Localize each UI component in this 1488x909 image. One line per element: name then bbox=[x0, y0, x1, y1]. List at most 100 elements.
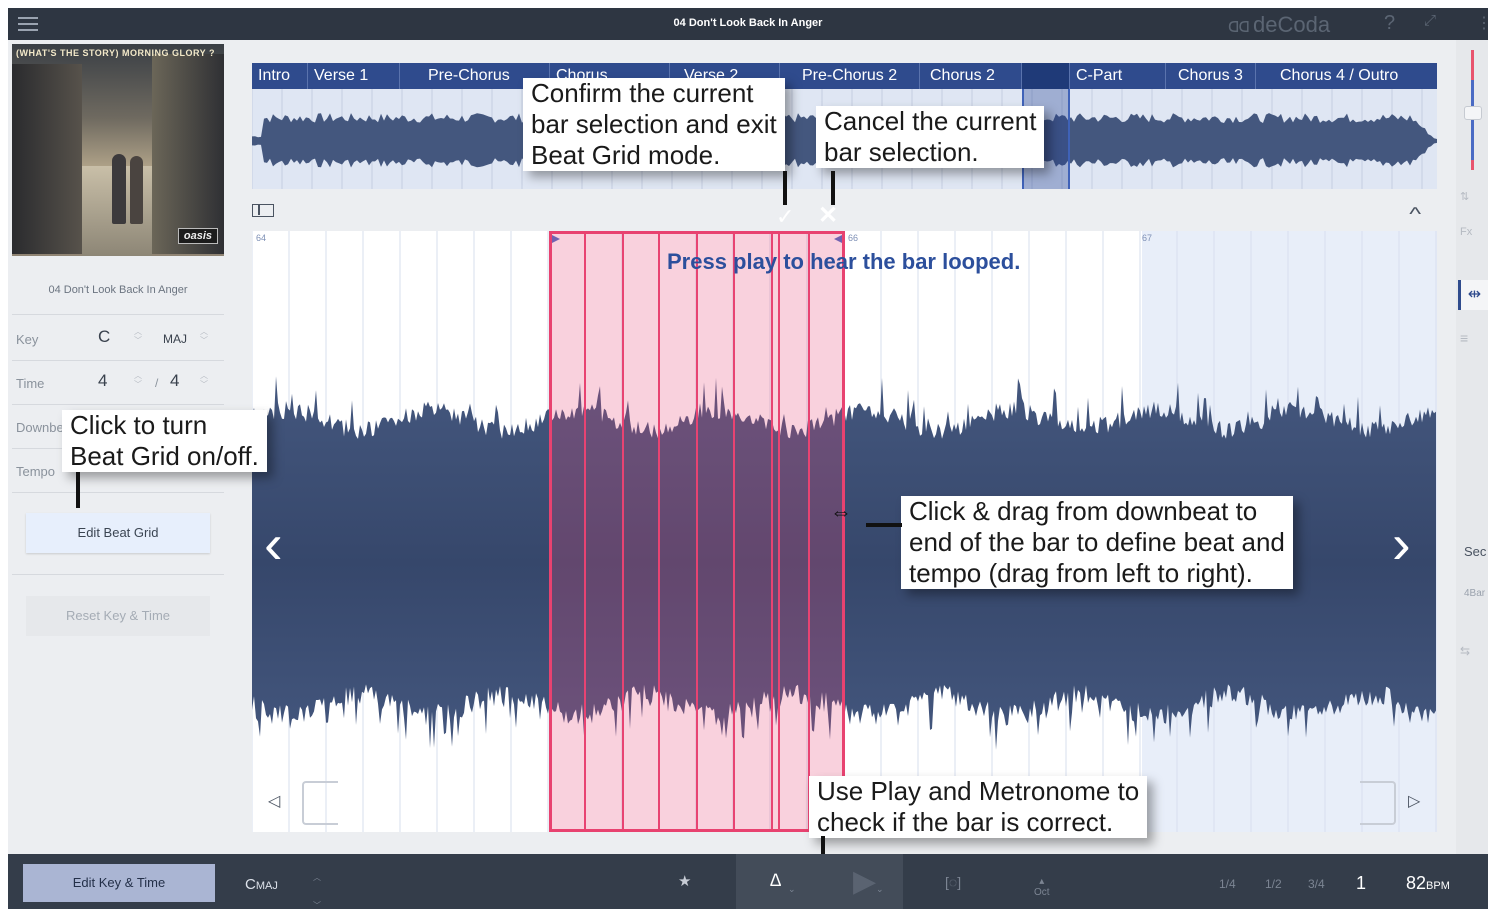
person-figure bbox=[130, 156, 143, 224]
current-key-mode: MAJ bbox=[255, 880, 278, 892]
callout-line: Beat Grid on/off. bbox=[70, 441, 259, 471]
section-label: Sec bbox=[1464, 544, 1487, 559]
volume-knob[interactable] bbox=[1464, 106, 1482, 120]
time-numerator-stepper[interactable]: ︿ ﹀ bbox=[134, 371, 142, 389]
more-options-icon[interactable]: ⋮ bbox=[1476, 13, 1488, 33]
fullscreen-icon[interactable]: ⤢ bbox=[1424, 12, 1436, 29]
list-view-icon[interactable]: ≡ bbox=[1460, 330, 1468, 346]
help-icon[interactable]: ? bbox=[1384, 12, 1395, 35]
callout-leader bbox=[76, 472, 80, 508]
right-panel: ⇅ Fx ⇹ ≡ Sec 4Bar ⇆ bbox=[1456, 40, 1488, 854]
key-note-value[interactable]: C bbox=[98, 327, 110, 347]
divider bbox=[12, 574, 224, 575]
confirm-checkmark-icon[interactable]: ✓ bbox=[776, 204, 794, 230]
section-current[interactable] bbox=[1022, 63, 1070, 89]
key-transpose-stepper[interactable]: ︿ ﹀ bbox=[313, 864, 321, 909]
volume-level bbox=[1471, 80, 1474, 160]
transport-center bbox=[736, 854, 903, 909]
section-chorus-2[interactable]: Chorus 2 bbox=[920, 63, 1022, 89]
scroll-left-icon[interactable]: ◁ bbox=[268, 791, 280, 811]
time-separator: / bbox=[155, 376, 159, 390]
play-icon[interactable]: ▶ bbox=[853, 864, 876, 899]
time-denominator-stepper[interactable]: ︿ ﹀ bbox=[200, 371, 208, 389]
section-verse-1[interactable]: Verse 1 bbox=[308, 63, 400, 89]
callout-line: end of the bar to define beat and bbox=[909, 527, 1285, 557]
speed-quarter[interactable]: 1/4 bbox=[1219, 877, 1236, 891]
divider bbox=[12, 404, 224, 405]
cancel-x-icon[interactable]: ✕ bbox=[818, 201, 838, 230]
section-bar: Intro Verse 1 Pre-Chorus Chorus Verse 2 … bbox=[252, 63, 1437, 89]
bar-number: 64 bbox=[256, 233, 267, 243]
time-numerator[interactable]: 4 bbox=[98, 371, 107, 391]
callout-cancel: Cancel the current bar selection. bbox=[816, 106, 1045, 168]
section-chorus-4-outro[interactable]: Chorus 4 / Outro bbox=[1256, 63, 1437, 89]
app-window: 04 Don't Look Back In Anger ᗡᗡ deCoda ? ⤢… bbox=[8, 8, 1488, 909]
time-denominator[interactable]: 4 bbox=[170, 371, 179, 391]
eq-icon[interactable]: ⇅ bbox=[1460, 190, 1469, 203]
metronome-icon[interactable]: ∆ bbox=[770, 870, 781, 891]
callout-line: bar selection. bbox=[824, 137, 979, 167]
callout-line: Cancel the current bbox=[824, 106, 1037, 136]
title-bar: 04 Don't Look Back In Anger ᗡᗡ deCoda ? ⤢… bbox=[8, 8, 1488, 40]
section-chorus-3[interactable]: Chorus 3 bbox=[1166, 63, 1256, 89]
previous-page-chevron-icon[interactable]: ‹ bbox=[264, 511, 283, 576]
callout-line: bar selection and exit bbox=[531, 109, 777, 139]
section-loop-icon[interactable]: ⇆ bbox=[1460, 644, 1470, 658]
current-key-note: C bbox=[245, 876, 256, 893]
callout-leader bbox=[783, 171, 787, 205]
fx-icon[interactable]: Fx bbox=[1460, 226, 1472, 238]
logo-text: deCoda bbox=[1253, 12, 1331, 37]
callout-leader bbox=[831, 171, 835, 205]
bar-number: 67 bbox=[1142, 233, 1153, 243]
key-mode-stepper[interactable]: ︿ ﹀ bbox=[200, 327, 208, 345]
divider bbox=[12, 314, 224, 315]
resize-cursor-icon: ⇔ bbox=[830, 499, 852, 524]
speed-current[interactable]: 1 bbox=[1356, 873, 1366, 894]
key-mode-value[interactable]: MAJ bbox=[163, 332, 187, 346]
callout-line: Confirm the current bbox=[531, 78, 754, 108]
key-note-stepper[interactable]: ︿ ﹀ bbox=[134, 327, 142, 345]
panel-toggle-icon[interactable] bbox=[252, 204, 274, 217]
album-title-text: (WHAT'S THE STORY) MORNING GLORY ? bbox=[16, 48, 215, 58]
section-intro[interactable]: Intro bbox=[252, 63, 308, 89]
logo-mark-icon: ᗡᗡ bbox=[1228, 19, 1250, 36]
next-page-chevron-icon[interactable]: › bbox=[1392, 511, 1411, 576]
metronome-dropdown-icon[interactable]: ⌄ bbox=[788, 884, 796, 895]
loop-start-bracket-icon[interactable] bbox=[302, 781, 338, 825]
collapse-chevron-up-icon[interactable]: ^ bbox=[1409, 204, 1421, 225]
reset-key-time-button[interactable]: Reset Key & Time bbox=[26, 596, 210, 636]
key-label: Key bbox=[16, 332, 39, 347]
album-brand: oasis bbox=[177, 228, 218, 244]
bar-number: 66 bbox=[848, 233, 859, 243]
divider bbox=[12, 492, 224, 493]
callout-line: tempo (drag from left to right). bbox=[909, 558, 1253, 588]
waveform-view-icon[interactable]: ⇹ bbox=[1458, 280, 1488, 310]
octave-control[interactable]: ▴ Oct bbox=[1034, 876, 1050, 898]
callout-play-metronome: Use Play and Metronome to check if the ba… bbox=[809, 776, 1148, 838]
tempo-bpm[interactable]: 82BPM bbox=[1406, 873, 1450, 894]
current-key[interactable]: CMAJ bbox=[245, 876, 278, 893]
scroll-right-icon[interactable]: ▷ bbox=[1408, 791, 1420, 811]
loop-icon[interactable]: [◌] bbox=[945, 874, 961, 890]
edit-key-time-button[interactable]: Edit Key & Time bbox=[23, 864, 215, 902]
octave-label: Oct bbox=[1034, 887, 1050, 898]
callout-leader bbox=[866, 523, 902, 527]
divider bbox=[12, 360, 224, 361]
beat-grid-selection[interactable] bbox=[549, 231, 845, 832]
speed-three-quarter[interactable]: 3/4 bbox=[1308, 877, 1325, 891]
speed-half[interactable]: 1/2 bbox=[1265, 877, 1282, 891]
play-dropdown-icon[interactable]: ⌄ bbox=[876, 884, 884, 895]
edit-beat-grid-button[interactable]: Edit Beat Grid bbox=[26, 513, 210, 553]
section-pre-chorus-2[interactable]: Pre-Chorus 2 bbox=[780, 63, 920, 89]
favorite-star-icon[interactable]: ★ bbox=[678, 872, 691, 890]
transport-bar: Edit Key & Time CMAJ ︿ ﹀ ★ ∆ ⌄ ▶ ⌄ [◌] ▴ O… bbox=[8, 854, 1488, 909]
tempo-label: Tempo bbox=[16, 464, 56, 479]
callout-line: Use Play and Metronome to bbox=[817, 776, 1140, 806]
bpm-value: 82 bbox=[1406, 873, 1427, 893]
person-figure bbox=[112, 154, 126, 224]
time-label: Time bbox=[16, 376, 45, 391]
section-c-part[interactable]: C-Part bbox=[1070, 63, 1166, 89]
loop-end-bracket-icon[interactable] bbox=[1360, 781, 1396, 825]
decoda-logo: ᗡᗡ deCoda bbox=[1228, 12, 1330, 38]
callout-line: Click to turn bbox=[70, 410, 208, 440]
